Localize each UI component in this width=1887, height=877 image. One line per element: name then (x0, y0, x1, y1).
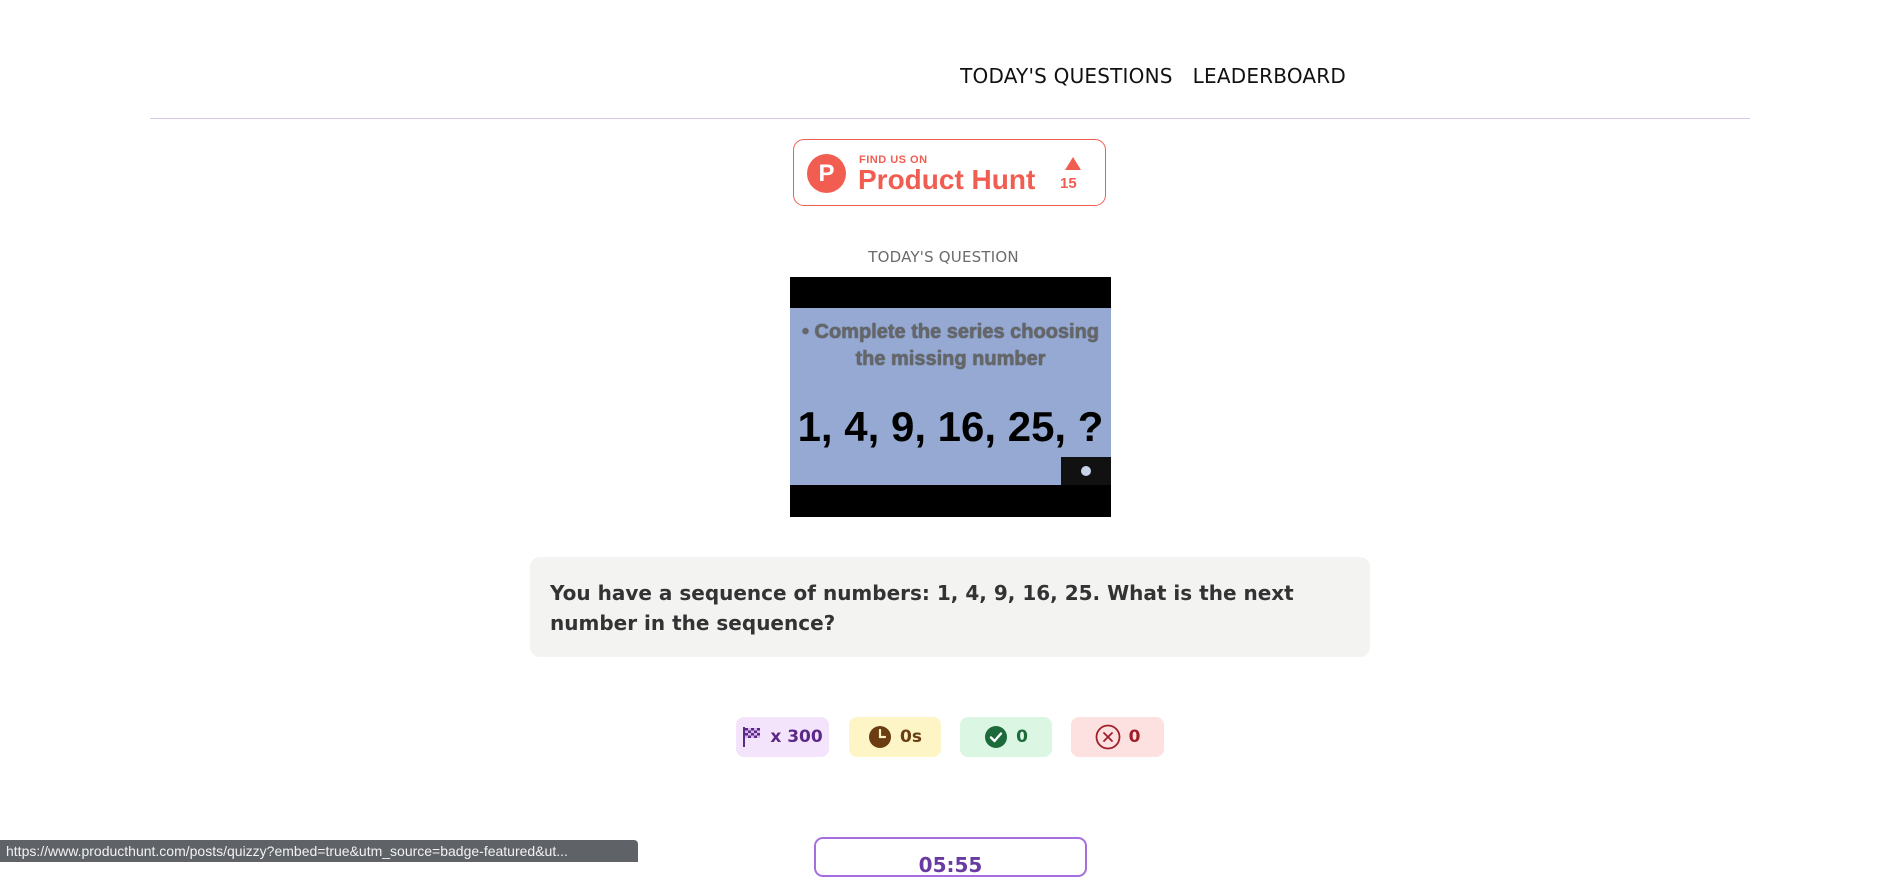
image-series: 1, 4, 9, 16, 25, ? (797, 403, 1104, 450)
nav-todays-questions[interactable]: TODAY'S QUESTIONS (960, 64, 1173, 88)
image-instruction: • Complete the series choosing the missi… (801, 321, 1100, 370)
time-badge: 0s (849, 717, 941, 757)
badge-upvote-count: 15 (1060, 175, 1077, 192)
question-label: TODAY'S QUESTION (868, 248, 1019, 266)
multiplier-badge: x 300 (736, 717, 829, 757)
multiplier-value: x 300 (770, 727, 823, 747)
image-channel-logo (1061, 457, 1111, 485)
top-nav: TODAY'S QUESTIONS LEADERBOARD (960, 64, 1346, 88)
time-value: 0s (900, 727, 922, 747)
wrong-badge: 0 (1071, 717, 1164, 757)
correct-badge: 0 (960, 717, 1052, 757)
question-text: You have a sequence of numbers: 1, 4, 9,… (530, 557, 1370, 657)
wrong-value: 0 (1128, 727, 1141, 747)
nav-leaderboard[interactable]: LEADERBOARD (1193, 64, 1346, 88)
product-hunt-badge[interactable]: P FIND US ON Product Hunt 15 (793, 139, 1106, 206)
countdown-timer: 05:55 (814, 837, 1087, 877)
checkered-flag-icon (742, 726, 762, 748)
upvote-triangle-icon (1065, 157, 1081, 170)
check-circle-icon (984, 725, 1008, 749)
product-hunt-logo-icon: P (807, 154, 846, 193)
browser-status-bar: https://www.producthunt.com/posts/quizzy… (0, 840, 638, 862)
question-image: • Complete the series choosing the missi… (790, 277, 1111, 517)
badge-brand-text: Product Hunt (858, 164, 1036, 195)
x-circle-icon (1095, 724, 1121, 750)
clock-icon (868, 725, 892, 749)
header-divider (150, 118, 1750, 119)
correct-value: 0 (1016, 727, 1028, 747)
